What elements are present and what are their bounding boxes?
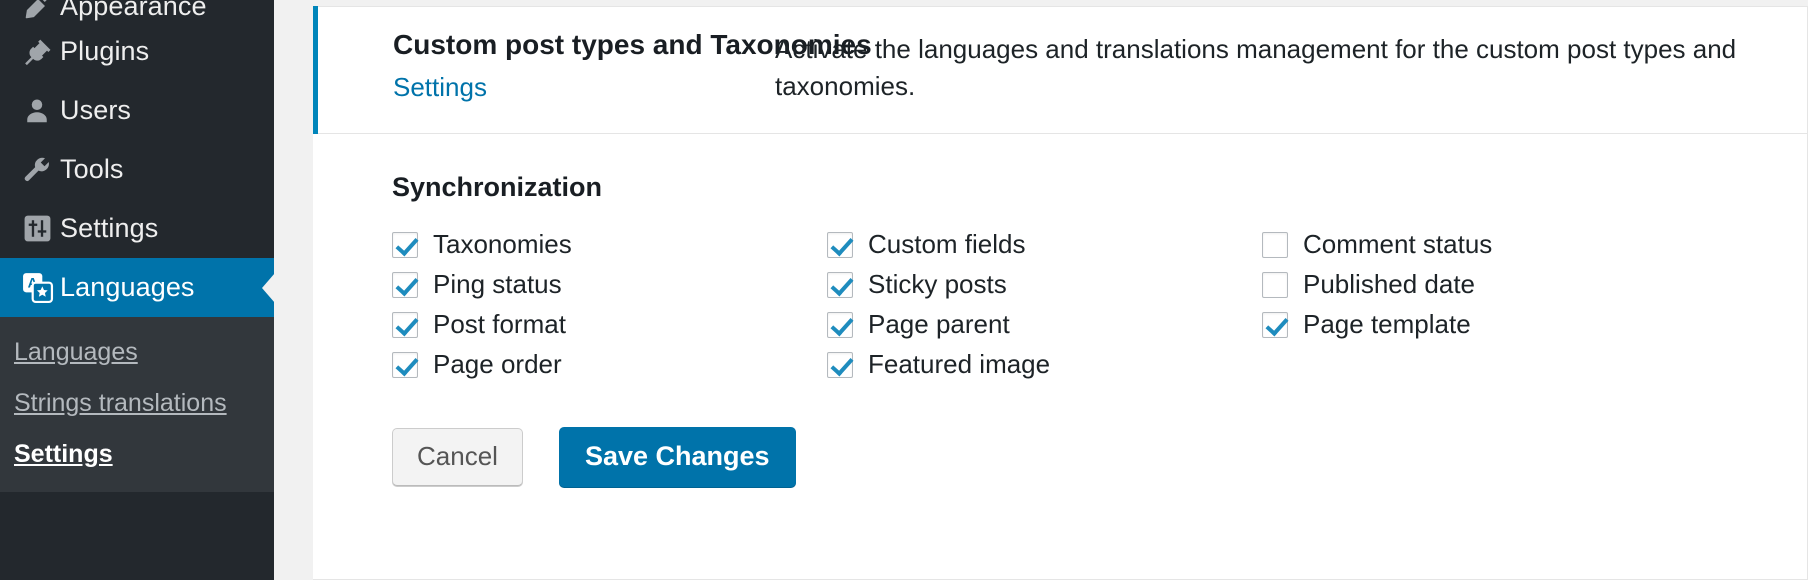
sidebar-item-settings[interactable]: Settings xyxy=(0,199,274,258)
sidebar-item-appearance[interactable]: Appearance xyxy=(0,0,274,22)
appearance-icon xyxy=(14,0,60,22)
checkbox-columns: Taxonomies Ping status Post format Page … xyxy=(392,225,1807,385)
sidebar-item-label: Languages xyxy=(60,272,195,302)
page-title: Custom post types and Taxonomies xyxy=(393,29,872,60)
checkbox-page-template[interactable] xyxy=(1262,311,1288,338)
checkbox-label: Ping status xyxy=(433,269,562,300)
admin-sidebar: Appearance Plugins Users Tools Settings … xyxy=(0,0,274,580)
checkbox-ping-status[interactable] xyxy=(392,271,418,298)
sidebar-item-plugins[interactable]: Plugins xyxy=(0,22,274,81)
checkbox-column-3: Comment status Published date Page templ… xyxy=(1262,225,1697,385)
checkbox-label: Custom fields xyxy=(868,229,1026,260)
submenu-item-settings[interactable]: Settings xyxy=(0,429,274,480)
main-content: Custom post types and Taxonomies Setting… xyxy=(313,0,1808,580)
sidebar-item-label: Plugins xyxy=(60,36,150,66)
checkbox-row[interactable]: Page template xyxy=(1262,305,1697,345)
sidebar-item-label: Tools xyxy=(60,154,124,184)
panel-description: Activate the languages and translations … xyxy=(775,34,1737,101)
checkbox-column-1: Taxonomies Ping status Post format Page … xyxy=(392,225,827,385)
checkbox-row[interactable]: Sticky posts xyxy=(827,265,1262,305)
checkbox-row[interactable]: Page parent xyxy=(827,305,1262,345)
users-icon xyxy=(14,96,60,126)
checkbox-label: Post format xyxy=(433,309,566,340)
sidebar-item-users[interactable]: Users xyxy=(0,81,274,140)
checkbox-row[interactable]: Comment status xyxy=(1262,225,1697,265)
cancel-button[interactable]: Cancel xyxy=(392,427,523,486)
cpt-taxonomies-header-row: Custom post types and Taxonomies Setting… xyxy=(313,6,1807,134)
synchronization-heading: Synchronization xyxy=(392,171,603,202)
sidebar-item-tools[interactable]: Tools xyxy=(0,140,274,199)
sidebar-item-languages[interactable]: A Languages xyxy=(0,258,274,317)
settings-card: Custom post types and Taxonomies Setting… xyxy=(313,6,1808,580)
languages-icon: A xyxy=(14,271,60,304)
tools-icon xyxy=(14,155,60,185)
admin-screen: Appearance Plugins Users Tools Settings … xyxy=(0,0,1808,580)
checkbox-row[interactable]: Custom fields xyxy=(827,225,1262,265)
checkbox-comment-status[interactable] xyxy=(1262,231,1288,258)
checkbox-row[interactable]: Taxonomies xyxy=(392,225,827,265)
checkbox-row[interactable]: Post format xyxy=(392,305,827,345)
save-changes-button[interactable]: Save Changes xyxy=(558,426,796,487)
languages-submenu: Languages Strings translations Settings xyxy=(0,317,274,492)
checkbox-custom-fields[interactable] xyxy=(827,231,853,258)
checkbox-page-order[interactable] xyxy=(392,351,418,378)
submenu-item-languages[interactable]: Languages xyxy=(0,327,274,378)
checkbox-page-parent[interactable] xyxy=(827,311,853,338)
checkbox-label: Sticky posts xyxy=(868,269,1007,300)
header-left-column: Custom post types and Taxonomies Setting… xyxy=(313,29,872,103)
form-actions: Cancel Save Changes xyxy=(392,426,1807,487)
checkbox-row[interactable]: Published date xyxy=(1262,265,1697,305)
settings-link[interactable]: Settings xyxy=(393,72,487,103)
checkbox-label: Page order xyxy=(433,349,562,380)
checkbox-featured-image[interactable] xyxy=(827,351,853,378)
checkbox-label: Published date xyxy=(1303,269,1476,300)
checkbox-row[interactable]: Featured image xyxy=(827,345,1262,385)
synchronization-section: Synchronization Taxonomies Ping status P… xyxy=(313,134,1807,487)
checkbox-published-date[interactable] xyxy=(1262,271,1288,298)
checkbox-sticky-posts[interactable] xyxy=(827,271,853,298)
sidebar-item-label: Users xyxy=(60,95,132,125)
checkbox-row[interactable]: Ping status xyxy=(392,265,827,305)
checkbox-label: Featured image xyxy=(868,349,1051,380)
checkbox-row[interactable]: Page order xyxy=(392,345,827,385)
plugins-icon xyxy=(14,37,60,67)
checkbox-column-2: Custom fields Sticky posts Page parent F… xyxy=(827,225,1262,385)
checkbox-label: Page template xyxy=(1303,309,1471,340)
checkbox-label: Comment status xyxy=(1303,229,1493,260)
submenu-item-strings-translations[interactable]: Strings translations xyxy=(0,378,274,429)
checkbox-label: Page parent xyxy=(868,309,1010,340)
checkbox-post-format[interactable] xyxy=(392,311,418,338)
sidebar-item-label: Appearance xyxy=(60,0,207,21)
sidebar-content-gap xyxy=(274,0,313,580)
checkbox-label: Taxonomies xyxy=(433,229,572,260)
checkbox-taxonomies[interactable] xyxy=(392,231,418,258)
sidebar-item-label: Settings xyxy=(60,213,159,243)
settings-icon xyxy=(14,213,60,244)
